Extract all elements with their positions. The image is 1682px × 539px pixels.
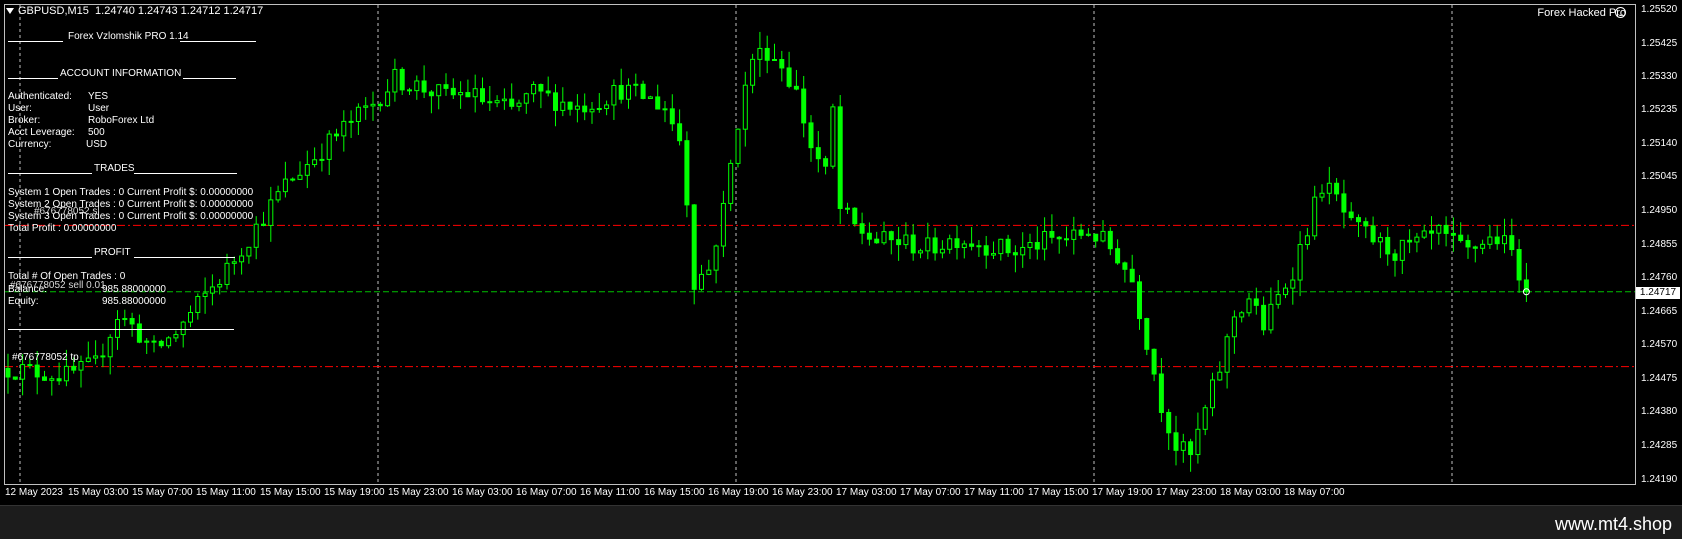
price-tick: 1.25045 [1641, 171, 1678, 182]
account-label: Currency: [8, 139, 52, 150]
price-tick: 1.25425 [1641, 38, 1678, 49]
balance-value: 985.88000000 [102, 284, 166, 295]
account-value: USD [86, 139, 108, 150]
time-tick: 17 May 23:00 [1156, 487, 1217, 498]
plot-frame [4, 4, 1636, 485]
price-tick: 1.24570 [1641, 339, 1678, 350]
watermark: www.mt4.shop [1554, 514, 1672, 534]
divider [180, 41, 256, 42]
time-tick: 15 May 03:00 [68, 487, 129, 498]
price-tick: 1.25520 [1641, 4, 1678, 15]
account-value: YES [88, 91, 109, 102]
time-tick: 15 May 07:00 [132, 487, 193, 498]
account-value: RoboForex Ltd [88, 115, 155, 126]
profit-heading: PROFIT [94, 247, 131, 258]
balance-label: Balance: [8, 284, 47, 295]
time-tick: 16 May 19:00 [708, 487, 769, 498]
symbol-label: GBPUSD,M15 [18, 5, 89, 17]
time-tick: 16 May 23:00 [772, 487, 833, 498]
price-tick: 1.24285 [1641, 440, 1678, 451]
account-label: Authenticated: [8, 91, 72, 102]
ohlc-label: 1.24740 1.24743 1.24712 1.24717 [95, 5, 264, 17]
account-value: 500 [88, 127, 105, 138]
price-tick: 1.24760 [1641, 272, 1678, 283]
time-tick: 17 May 03:00 [836, 487, 897, 498]
price-tick: 1.25140 [1641, 138, 1678, 149]
time-tick: 15 May 11:00 [196, 487, 256, 498]
time-tick: 17 May 07:00 [900, 487, 961, 498]
divider [183, 78, 236, 79]
divider [134, 173, 237, 174]
time-tick: 12 May 2023 [5, 487, 63, 498]
divider [8, 329, 234, 330]
divider [8, 173, 92, 174]
price-tick: 1.24665 [1641, 306, 1678, 317]
account-label: Acct Leverage: [8, 127, 75, 138]
order-label-sl: #676778052 sl [34, 206, 100, 217]
time-tick: 15 May 23:00 [388, 487, 449, 498]
expert-advisor-name[interactable]: Forex Hacked Pro [1537, 7, 1626, 19]
price-tick: 1.24855 [1641, 239, 1678, 250]
divider [134, 257, 235, 258]
order-label-tp: #676778052 tp [12, 352, 79, 363]
time-tick: 17 May 19:00 [1092, 487, 1153, 498]
total-profit: Total Profit : 0.00000000 [8, 223, 117, 234]
trade-row: System 1 Open Trades : 0 Current Profit … [8, 187, 254, 198]
equity-label: Equity: [8, 296, 39, 307]
divider [8, 41, 63, 42]
dropdown-arrow-icon[interactable] [6, 8, 14, 15]
equity-value: 985.88000000 [102, 296, 166, 307]
account-heading: ACCOUNT INFORMATION [60, 68, 182, 79]
smiley-icon[interactable] [1615, 7, 1626, 18]
price-tick: 1.24190 [1641, 474, 1678, 485]
price-tick: 1.24950 [1641, 205, 1678, 216]
current-price-tag: 1.24717 [1636, 287, 1680, 299]
time-tick: 18 May 07:00 [1284, 487, 1345, 498]
price-tick: 1.24475 [1641, 373, 1678, 384]
trades-heading: TRADES [94, 163, 135, 174]
chart-window[interactable]: GBPUSD,M15 1.24740 1.24743 1.24712 1.247… [0, 0, 1682, 505]
time-tick: 16 May 15:00 [644, 487, 705, 498]
price-tick: 1.25330 [1641, 71, 1678, 82]
divider [8, 78, 58, 79]
time-tick: 15 May 15:00 [260, 487, 321, 498]
time-tick: 17 May 11:00 [964, 487, 1024, 498]
chart-header: GBPUSD,M15 1.24740 1.24743 1.24712 1.247… [6, 5, 263, 17]
divider [8, 257, 92, 258]
ea-title: Forex Vzlomshik PRO 1.14 [68, 31, 189, 42]
account-label: Broker: [8, 115, 41, 126]
time-tick: 16 May 03:00 [452, 487, 513, 498]
price-tick: 1.24380 [1641, 406, 1678, 417]
time-tick: 18 May 03:00 [1220, 487, 1281, 498]
time-tick: 16 May 11:00 [580, 487, 640, 498]
footer-bar: www.mt4.shop [0, 505, 1682, 539]
time-tick: 15 May 19:00 [324, 487, 385, 498]
time-tick: 16 May 07:00 [516, 487, 577, 498]
time-tick: 17 May 15:00 [1028, 487, 1089, 498]
account-label: User: [8, 103, 32, 114]
price-tick: 1.25235 [1641, 104, 1678, 115]
account-value: User [88, 103, 110, 114]
